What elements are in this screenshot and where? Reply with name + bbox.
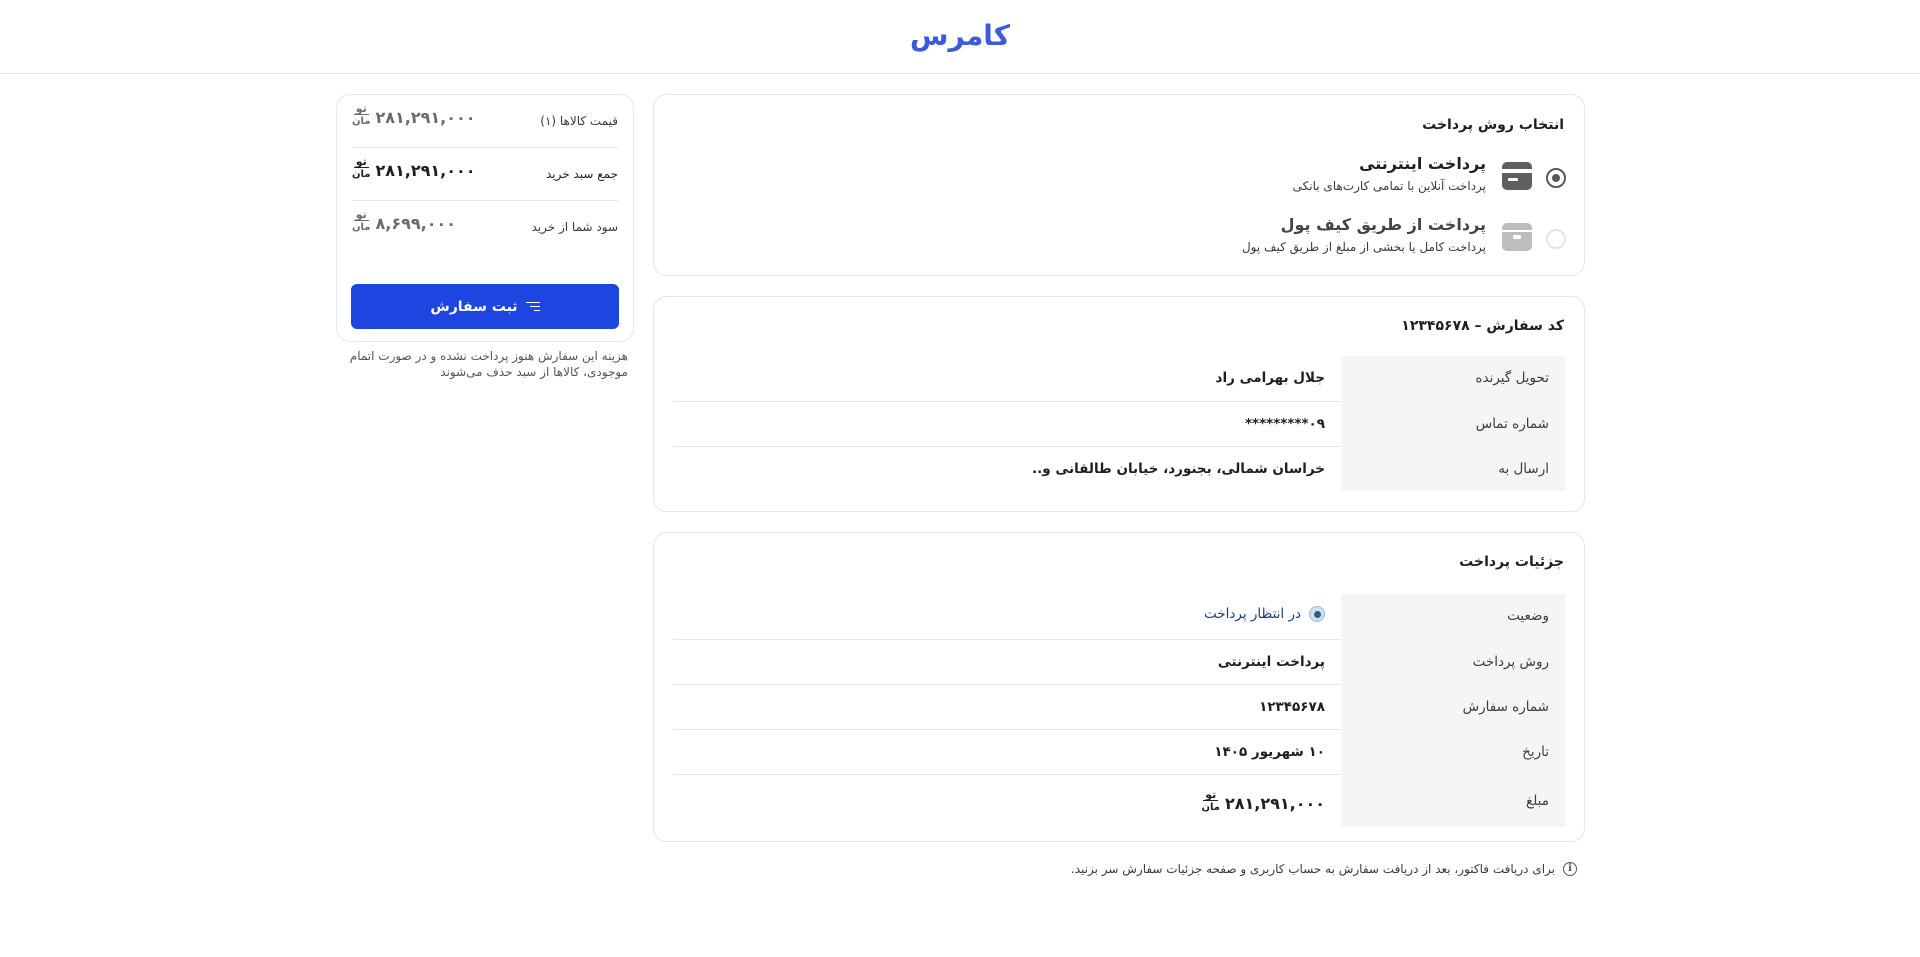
currency-label: تو مان xyxy=(1201,789,1219,813)
order-info-card: کد سفارش – ۱۲۳۴۵۶۷۸ تحویل گیرنده جلال به… xyxy=(653,296,1585,512)
phone-value: ۰۹********* xyxy=(673,401,1341,447)
payment-option-wallet[interactable]: پرداخت از طریق کیف پول پرداخت کامل یا بخ… xyxy=(672,215,1566,267)
method-label: روش پرداخت xyxy=(1341,639,1565,685)
site-header: کامرس xyxy=(0,0,1920,74)
currency-line2: مان xyxy=(352,116,371,127)
status-text: در انتظار پرداخت xyxy=(1204,606,1301,623)
status-label: وضعیت xyxy=(1341,594,1565,640)
invoice-note-text: برای دریافت فاکتور، بعد از دریافت سفارش … xyxy=(1070,862,1555,876)
table-row: تاریخ ۱۰ شهریور ۱۴۰۵ xyxy=(673,729,1565,775)
radio-internet-payment[interactable] xyxy=(1546,168,1566,188)
payment-details-table: وضعیت در انتظار پرداخت روش پرداخت پرداخت… xyxy=(673,594,1565,827)
payment-option-internet[interactable]: پرداخت اینترنتی پرداخت آنلاین با تمامی ک… xyxy=(672,154,1566,206)
ship-to-value: خراسان شمالی، بجنورد، خیابان طالقانی و.. xyxy=(1032,460,1325,477)
date-value: ۱۰ شهریور ۱۴۰۵ xyxy=(673,729,1341,775)
currency-line1: تو xyxy=(353,208,369,221)
info-icon: i xyxy=(1563,862,1577,876)
table-row: روش پرداخت پرداخت اینترنتی xyxy=(673,639,1565,685)
amount-label: مبلغ xyxy=(1341,774,1565,827)
table-row: شماره سفارش ۱۲۳۴۵۶۷۸ xyxy=(673,684,1565,730)
summary-row-items-price: قیمت کالاها (۱) ۲۸۱,۲۹۱,۰۰۰ تو مان xyxy=(352,95,618,148)
currency-line2: مان xyxy=(352,169,371,180)
order-number-label: شماره سفارش xyxy=(1341,684,1565,730)
recipient-value: جلال بهرامی راد xyxy=(673,356,1341,402)
option-subtitle: پرداخت آنلاین با تمامی کارت‌های بانکی xyxy=(1292,179,1486,193)
amount-value-cell: ۲۸۱,۲۹۱,۰۰۰ تو مان xyxy=(673,774,1341,827)
date-label: تاریخ xyxy=(1341,729,1565,775)
summary-note: هزینه این سفارش هنوز پرداخت نشده و در صو… xyxy=(349,349,628,379)
recipient-label: تحویل گیرنده xyxy=(1341,356,1565,402)
items-price-label: قیمت کالاها (۱) xyxy=(540,114,618,128)
method-value: پرداخت اینترنتی xyxy=(673,639,1341,685)
site-logo[interactable]: کامرس xyxy=(900,14,1020,56)
phone-label: شماره تماس xyxy=(1341,401,1565,447)
payment-method-card: انتخاب روش پرداخت پرداخت اینترنتی پرداخت… xyxy=(653,94,1585,276)
currency-label: تو مان xyxy=(352,209,370,233)
table-row: مبلغ ۲۸۱,۲۹۱,۰۰۰ تو مان xyxy=(673,774,1565,827)
currency-label: تو مان xyxy=(352,156,370,180)
option-title: پرداخت اینترنتی xyxy=(1359,154,1486,173)
currency-line1: تو xyxy=(1203,787,1219,801)
invoice-note: i برای دریافت فاکتور، بعد از دریافت سفار… xyxy=(653,860,1585,880)
cart-total-label: جمع سبد خرید xyxy=(545,167,618,181)
currency-line1: تو xyxy=(353,102,369,115)
order-code-title: کد سفارش – ۱۲۳۴۵۶۷۸ xyxy=(1401,318,1564,334)
savings: ۸,۶۹۹,۰۰۰ تو مان xyxy=(352,209,456,233)
cart-total: ۲۸۱,۲۹۱,۰۰۰ تو مان xyxy=(352,156,476,180)
option-subtitle: پرداخت کامل یا بخشی از مبلغ از طریق کیف … xyxy=(1241,240,1486,254)
payment-details-card: جزئیات پرداخت وضعیت در انتظار پرداخت روش… xyxy=(653,532,1585,842)
currency-line2: مان xyxy=(1201,801,1220,813)
table-row: تحویل گیرنده جلال بهرامی راد xyxy=(673,356,1565,402)
cart-total-value: ۲۸۱,۲۹۱,۰۰۰ xyxy=(375,161,476,180)
payment-method-title: انتخاب روش پرداخت xyxy=(1422,117,1564,133)
amount-value: ۲۸۱,۲۹۱,۰۰۰ xyxy=(1224,793,1325,813)
option-title: پرداخت از طریق کیف پول xyxy=(1280,215,1486,234)
ship-to-label: ارسال به xyxy=(1341,446,1565,491)
payment-details-title: جزئیات پرداخت xyxy=(1459,554,1564,570)
order-number-value: ۱۲۳۴۵۶۷۸ xyxy=(673,684,1341,730)
submit-order-button[interactable]: ثبت سفارش xyxy=(351,284,619,329)
credit-card-icon xyxy=(1502,162,1532,190)
table-row: وضعیت در انتظار پرداخت xyxy=(673,594,1565,640)
logo-text: کامرس xyxy=(909,18,1011,52)
radio-wallet-payment[interactable] xyxy=(1546,229,1566,249)
items-price-value: ۲۸۱,۲۹۱,۰۰۰ xyxy=(375,108,476,127)
savings-label: سود شما از خرید xyxy=(531,220,619,234)
savings-value: ۸,۶۹۹,۰۰۰ xyxy=(375,214,456,233)
table-row: شماره تماس ۰۹********* xyxy=(673,401,1565,447)
table-row: ارسال به خراسان شمالی، بجنورد، خیابان طا… xyxy=(673,446,1565,491)
status-badge: در انتظار پرداخت xyxy=(1204,606,1325,623)
summary-row-savings: سود شما از خرید ۸,۶۹۹,۰۰۰ تو مان xyxy=(352,201,618,254)
status-dot-icon xyxy=(1309,606,1325,623)
amount-price: ۲۸۱,۲۹۱,۰۰۰ تو مان xyxy=(1201,789,1325,813)
summary-row-cart-total: جمع سبد خرید ۲۸۱,۲۹۱,۰۰۰ تو مان xyxy=(352,148,618,201)
status-value-cell: در انتظار پرداخت xyxy=(673,594,1341,640)
order-list-icon xyxy=(525,301,540,313)
wallet-icon xyxy=(1502,223,1532,251)
currency-line1: تو xyxy=(353,155,369,168)
submit-order-label: ثبت سفارش xyxy=(430,298,518,315)
currency-label: تو مان xyxy=(352,103,370,127)
currency-line2: مان xyxy=(352,222,371,233)
order-summary-card: قیمت کالاها (۱) ۲۸۱,۲۹۱,۰۰۰ تو مان جمع س… xyxy=(336,94,634,342)
items-price: ۲۸۱,۲۹۱,۰۰۰ تو مان xyxy=(352,103,476,127)
order-info-table: تحویل گیرنده جلال بهرامی راد شماره تماس … xyxy=(673,356,1565,491)
